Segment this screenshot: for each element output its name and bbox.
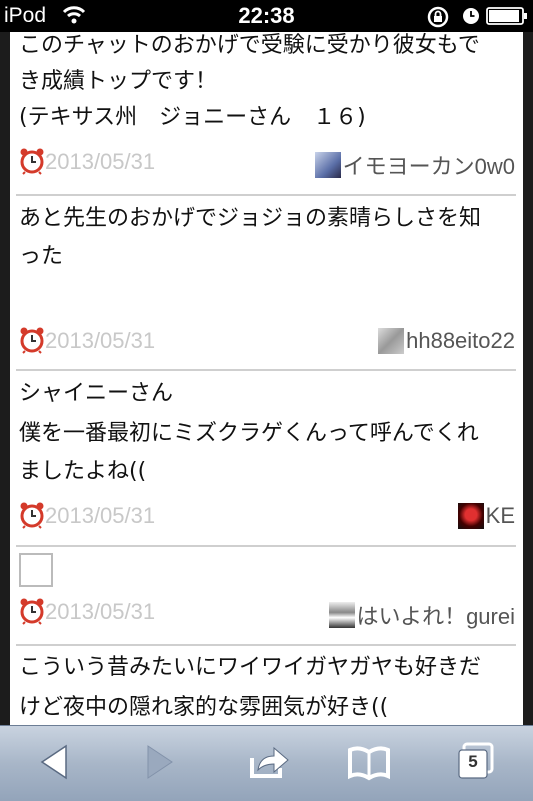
user-avatar xyxy=(457,503,484,529)
clock-time: 22:38 xyxy=(238,3,295,28)
post-message-line: こういう昔みたいにワイワイガヤガヤも好きだ xyxy=(19,655,482,680)
share-button[interactable] xyxy=(248,742,290,786)
battery-icon xyxy=(486,7,528,29)
alarm-clock-icon xyxy=(20,148,44,175)
username-text: イモヨーカン0w0 xyxy=(342,154,515,179)
post-date: 2013/05/31 xyxy=(45,328,156,353)
web-page[interactable]: このチャットのおかげで受験に受かり彼女もで き成績トップです！ (テキサス州 ジ… xyxy=(0,32,533,725)
post-meta: 2013/05/31 hh88eito22 xyxy=(10,326,523,356)
chat-post: 2013/05/31 はいよれ！gurei xyxy=(10,547,523,646)
chat-post: このチャットのおかげで受験に受かり彼女もで き成績トップです！ (テキサス州 ジ… xyxy=(10,32,523,196)
post-username[interactable]: hh88eito22 xyxy=(378,328,515,354)
status-bar: iPod 22:38 xyxy=(0,0,533,32)
bookmarks-icon xyxy=(348,746,390,781)
post-message-line: けど夜中の隠れ家的な雰囲気が好き(( xyxy=(19,695,389,720)
post-message-line: 僕を一番最初にミズクラゲくんって呼んでくれ xyxy=(19,421,479,446)
post-date: 2013/05/31 xyxy=(45,599,156,624)
post-message-line: った xyxy=(19,244,64,269)
share-icon xyxy=(250,746,289,778)
safari-toolbar: 5 xyxy=(0,725,533,801)
rotation-lock-icon xyxy=(426,5,450,33)
username-text: はいよれ！gurei xyxy=(356,604,515,629)
alarm-clock-icon xyxy=(20,502,44,529)
forward-arrow-icon xyxy=(147,745,173,779)
user-avatar xyxy=(314,152,341,178)
post-date: 2013/05/31 xyxy=(45,149,156,174)
post-meta: 2013/05/31 はいよれ！gurei xyxy=(10,597,523,629)
post-message-line: あと先生のおかげでジョジョの素晴らしさを知 xyxy=(19,206,482,231)
post-message-line: (テキサス州 ジョニーさん １６) xyxy=(19,105,366,130)
chat-post: あと先生のおかげでジョジョの素晴らしさを知 った 2013/05/31 hh88… xyxy=(10,196,523,371)
bookmarks-button[interactable] xyxy=(346,742,392,786)
user-avatar xyxy=(378,328,405,354)
tabs-count: 5 xyxy=(468,752,478,771)
alarm-status-icon xyxy=(462,7,480,29)
alarm-clock-icon xyxy=(20,598,44,625)
post-meta: 2013/05/31 KE xyxy=(10,501,523,531)
alarm-clock-icon xyxy=(20,327,44,354)
post-message-line: ましたよね(( xyxy=(19,459,147,484)
username-text: KE xyxy=(485,503,515,528)
image-placeholder[interactable] xyxy=(19,553,53,587)
tabs-button[interactable]: 5 xyxy=(456,742,494,779)
post-username[interactable]: KE xyxy=(457,503,515,529)
post-date: 2013/05/31 xyxy=(45,503,156,528)
back-button[interactable] xyxy=(38,742,70,786)
chat-log[interactable]: このチャットのおかげで受験に受かり彼女もで き成績トップです！ (テキサス州 ジ… xyxy=(10,32,523,725)
chat-post: シャイニーさん 僕を一番最初にミズクラゲくんって呼んでくれ ましたよね(( 20… xyxy=(10,371,523,547)
post-message-line: き成績トップです！ xyxy=(19,69,218,94)
post-message-line: シャイニーさん xyxy=(19,381,174,406)
back-arrow-icon xyxy=(40,744,67,780)
forward-button[interactable] xyxy=(144,742,176,786)
post-username[interactable]: はいよれ！gurei xyxy=(328,599,515,631)
post-message-line: このチャットのおかげで受験に受かり彼女もで xyxy=(19,33,480,58)
user-avatar xyxy=(328,602,355,628)
post-username[interactable]: イモヨーカン0w0 xyxy=(314,149,515,181)
post-meta: 2013/05/31 イモヨーカン0w0 xyxy=(10,147,523,179)
chat-post: こういう昔みたいにワイワイガヤガヤも好きだ けど夜中の隠れ家的な雰囲気が好き(( xyxy=(10,645,523,725)
username-text: hh88eito22 xyxy=(406,328,515,353)
